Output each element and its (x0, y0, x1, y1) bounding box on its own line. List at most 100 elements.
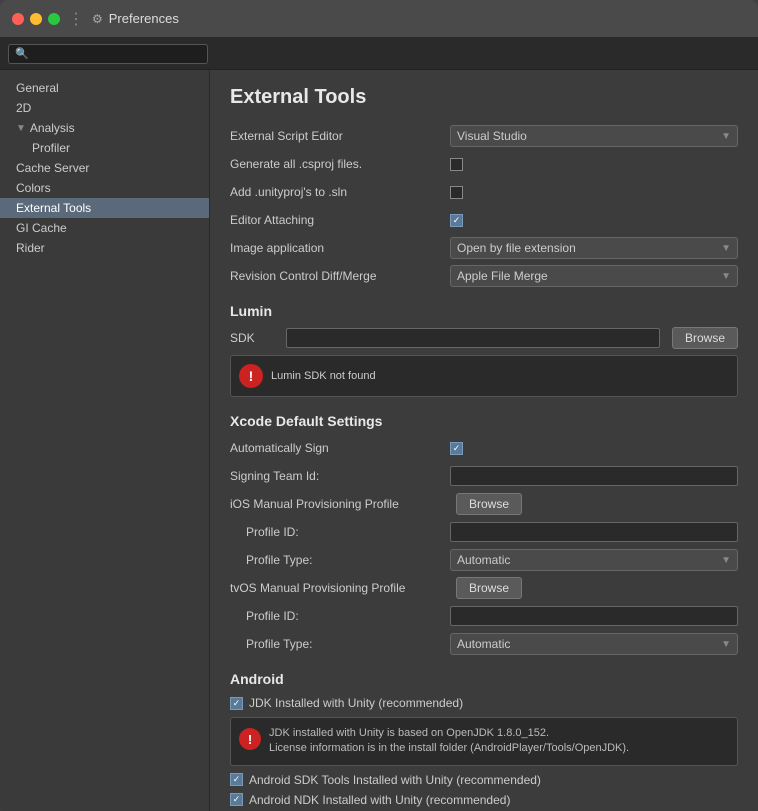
title-area: ⚙ Preferences (92, 11, 746, 26)
sidebar-label-gi-cache: GI Cache (16, 221, 67, 235)
signing-team-label: Signing Team Id: (230, 469, 450, 483)
sidebar-label-cache-server: Cache Server (16, 161, 89, 175)
chevron-down-icon-4: ▼ (721, 555, 731, 566)
sidebar: General 2D ▼ Analysis Profiler Cache Ser… (0, 70, 210, 811)
dropdown-value: Visual Studio (457, 129, 527, 143)
sidebar-label-external-tools: External Tools (16, 201, 91, 215)
chevron-down-icon: ▼ (721, 131, 731, 142)
android-ndk-label: Android NDK Installed with Unity (recomm… (249, 793, 510, 807)
tvos-profile-label: tvOS Manual Provisioning Profile (230, 581, 450, 595)
lumin-browse-button[interactable]: Browse (672, 327, 738, 349)
add-unityproj-checkbox[interactable] (450, 186, 463, 199)
search-input[interactable] (8, 44, 208, 64)
tvos-profile-type-value: Automatic (457, 637, 510, 651)
jdk-check-row: JDK Installed with Unity (recommended) (230, 695, 738, 711)
warning-icon: ! (239, 364, 263, 388)
sidebar-item-cache-server[interactable]: Cache Server (0, 158, 209, 178)
sidebar-label-profiler: Profiler (32, 141, 70, 155)
window-title: Preferences (109, 11, 179, 26)
image-application-dropdown[interactable]: Open by file extension ▼ (450, 237, 738, 259)
signing-team-row: Signing Team Id: (230, 465, 738, 487)
lumin-sdk-label: SDK (230, 331, 280, 345)
lumin-sdk-input[interactable] (286, 328, 660, 348)
ios-profile-type-dropdown[interactable]: Automatic ▼ (450, 549, 738, 571)
android-ndk-checkbox[interactable] (230, 793, 243, 806)
tvos-profile-type-row: Profile Type: Automatic ▼ (230, 633, 738, 655)
revision-control-control: Apple File Merge ▼ (450, 265, 738, 287)
ios-profile-row: iOS Manual Provisioning Profile Browse (230, 493, 738, 515)
tvos-profile-id-control (450, 606, 738, 626)
sidebar-item-2d[interactable]: 2D (0, 98, 209, 118)
gear-icon: ⚙ (92, 12, 103, 26)
lumin-sdk-row: SDK Browse (230, 327, 738, 349)
titlebar: ⋮ ⚙ Preferences (0, 0, 758, 38)
external-script-editor-label: External Script Editor (230, 129, 450, 143)
menu-dots-icon[interactable]: ⋮ (68, 9, 84, 29)
close-button[interactable] (12, 13, 24, 25)
image-application-control: Open by file extension ▼ (450, 237, 738, 259)
auto-sign-label: Automatically Sign (230, 441, 450, 455)
tvos-profile-id-label: Profile ID: (230, 609, 450, 623)
image-application-label: Image application (230, 241, 450, 255)
editor-attaching-label: Editor Attaching (230, 213, 450, 227)
lumin-warning-text: Lumin SDK not found (271, 370, 376, 382)
sidebar-item-profiler[interactable]: Profiler (0, 138, 209, 158)
lumin-section-title: Lumin (230, 303, 738, 319)
tvos-profile-type-label: Profile Type: (230, 637, 450, 651)
add-unityproj-control (450, 186, 738, 199)
tvos-profile-control: Browse (450, 577, 738, 599)
ios-profile-id-input[interactable] (450, 522, 738, 542)
tvos-profile-id-input[interactable] (450, 606, 738, 626)
ios-browse-button[interactable]: Browse (456, 493, 522, 515)
tvos-profile-row: tvOS Manual Provisioning Profile Browse (230, 577, 738, 599)
auto-sign-row: Automatically Sign (230, 437, 738, 459)
external-script-editor-dropdown[interactable]: Visual Studio ▼ (450, 125, 738, 147)
minimize-button[interactable] (30, 13, 42, 25)
external-script-editor-control: Visual Studio ▼ (450, 125, 738, 147)
auto-sign-control (450, 442, 738, 455)
android-section-title: Android (230, 671, 738, 687)
image-app-dropdown-value: Open by file extension (457, 241, 576, 255)
revision-dropdown-value: Apple File Merge (457, 269, 548, 283)
jdk-info-text: JDK installed with Unity is based on Ope… (269, 726, 629, 757)
generate-csproj-control (450, 158, 738, 171)
auto-sign-checkbox[interactable] (450, 442, 463, 455)
chevron-down-icon-5: ▼ (721, 639, 731, 650)
ios-profile-type-label: Profile Type: (230, 553, 450, 567)
sidebar-item-gi-cache[interactable]: GI Cache (0, 218, 209, 238)
jdk-checkbox[interactable] (230, 697, 243, 710)
tvos-browse-button[interactable]: Browse (456, 577, 522, 599)
editor-attaching-checkbox[interactable] (450, 214, 463, 227)
tvos-profile-id-row: Profile ID: (230, 605, 738, 627)
content-area: General 2D ▼ Analysis Profiler Cache Ser… (0, 70, 758, 811)
revision-control-label: Revision Control Diff/Merge (230, 269, 450, 283)
ios-profile-type-value: Automatic (457, 553, 510, 567)
sidebar-label-rider: Rider (16, 241, 45, 255)
sidebar-item-analysis[interactable]: ▼ Analysis (0, 118, 209, 138)
sidebar-label-general: General (16, 81, 59, 95)
generate-csproj-label: Generate all .csproj files. (230, 157, 450, 171)
sidebar-item-general[interactable]: General (0, 78, 209, 98)
sidebar-label-analysis: Analysis (30, 121, 75, 135)
android-ndk-check-row: Android NDK Installed with Unity (recomm… (230, 792, 738, 808)
info-icon: ! (239, 728, 261, 750)
ios-profile-control: Browse (450, 493, 738, 515)
tvos-profile-type-dropdown[interactable]: Automatic ▼ (450, 633, 738, 655)
ios-profile-id-control (450, 522, 738, 542)
external-script-editor-row: External Script Editor Visual Studio ▼ (230, 125, 738, 147)
revision-control-row: Revision Control Diff/Merge Apple File M… (230, 265, 738, 287)
generate-csproj-checkbox[interactable] (450, 158, 463, 171)
maximize-button[interactable] (48, 13, 60, 25)
signing-team-input[interactable] (450, 466, 738, 486)
revision-control-dropdown[interactable]: Apple File Merge ▼ (450, 265, 738, 287)
sidebar-item-external-tools[interactable]: External Tools (0, 198, 209, 218)
tvos-profile-type-control: Automatic ▼ (450, 633, 738, 655)
jdk-info-box: ! JDK installed with Unity is based on O… (230, 717, 738, 766)
traffic-lights (12, 13, 60, 25)
sidebar-item-colors[interactable]: Colors (0, 178, 209, 198)
android-sdk-checkbox[interactable] (230, 773, 243, 786)
sidebar-item-rider[interactable]: Rider (0, 238, 209, 258)
sidebar-label-2d: 2D (16, 101, 31, 115)
android-sdk-label: Android SDK Tools Installed with Unity (… (249, 773, 541, 787)
sidebar-label-colors: Colors (16, 181, 51, 195)
